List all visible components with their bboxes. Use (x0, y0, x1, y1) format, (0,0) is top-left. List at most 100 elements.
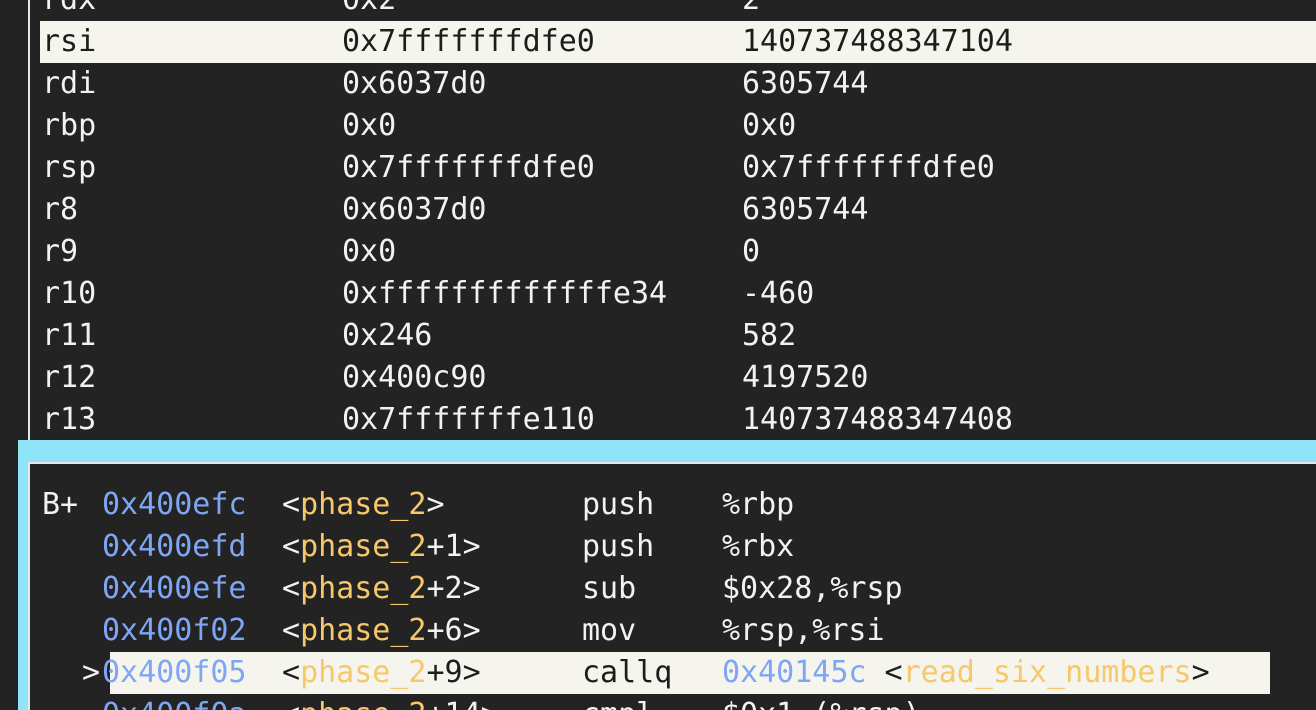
opcode: cmpl (582, 694, 654, 710)
instruction-row[interactable]: 0x400f0a <phase_2+14> cmpl $0x1,(%rsp) (40, 694, 1316, 710)
operands: %rsp,%rsi (722, 610, 885, 652)
instruction-row[interactable]: 0x400efd <phase_2+1> push %rbx (40, 526, 1316, 568)
function-name: phase_2 (300, 697, 426, 710)
call-target-address: 0x40145c (722, 655, 867, 690)
symbol-open-bracket: < (282, 613, 301, 648)
instruction-row[interactable]: 0x400efe <phase_2+2> sub $0x28,%rsp (40, 568, 1316, 610)
register-natural-value: 6305744 (742, 192, 869, 227)
opcode: sub (582, 571, 637, 606)
register-row-r12[interactable]: r12 0x400c90 4197520 (40, 357, 1316, 399)
register-natural-value: 2 (742, 0, 760, 21)
register-name: rdx (42, 0, 96, 21)
function-offset: +9> (426, 655, 481, 690)
register-row-r11[interactable]: r11 0x246 582 (40, 315, 1316, 357)
symbol-offset: <phase_2> (282, 484, 445, 526)
register-row-r9[interactable]: r9 0x0 0 (40, 231, 1316, 273)
register-name: r10 (42, 276, 97, 311)
register-row-r13[interactable]: r13 0x7fffffffe110 140737488347408 (40, 399, 1316, 440)
register-hex-value: 0x2 (342, 0, 396, 21)
register-natural-value: 0x7fffffffdfe0 (742, 150, 995, 185)
symbol-open-bracket: < (282, 697, 300, 710)
symbol-offset: <phase_2+1> (282, 526, 481, 568)
register-name: r11 (42, 318, 97, 353)
symbol-open-bracket: < (282, 487, 301, 522)
register-natural-value: 6305744 (742, 66, 869, 101)
symbol-offset: <phase_2+9> (282, 652, 481, 694)
function-offset: +2> (426, 571, 481, 606)
register-natural-value: 582 (742, 318, 797, 353)
register-hex-value: 0x6037d0 (342, 192, 487, 227)
register-hex-value: 0x7fffffffe110 (342, 402, 595, 437)
instruction-address: 0x400efd (102, 529, 247, 564)
register-hex-value: 0x0 (342, 108, 397, 143)
instruction-row[interactable]: B+ 0x400efc <phase_2> push %rbp (40, 484, 1316, 526)
operand-text: %rbp (722, 487, 795, 522)
register-natural-value: 0 (742, 234, 761, 269)
register-name: r8 (42, 192, 79, 227)
opcode: mov (582, 613, 637, 648)
instruction-address: 0x400f02 (102, 613, 247, 648)
function-name: phase_2 (300, 487, 427, 522)
breakpoint-marker: B+ (42, 487, 79, 522)
register-row-rbp[interactable]: rbp 0x0 0x0 (40, 105, 1316, 147)
register-row-r10[interactable]: r10 0xfffffffffffffe34 -460 (40, 273, 1316, 315)
symbol-open-bracket: < (282, 655, 301, 690)
register-name: rbp (42, 108, 97, 143)
register-hex-value: 0x246 (342, 318, 433, 353)
function-offset: +6> (426, 613, 481, 648)
function-name: phase_2 (300, 529, 427, 564)
register-natural-value: 0x0 (742, 108, 797, 143)
function-name: phase_2 (300, 655, 427, 690)
function-name: phase_2 (300, 613, 427, 648)
symbol-offset: <phase_2+6> (282, 610, 481, 652)
call-target-open-bracket: < (866, 655, 903, 690)
instruction-address: 0x400efc (102, 487, 247, 522)
operands: %rbx (722, 526, 794, 568)
register-natural-value: 140737488347408 (742, 402, 1013, 437)
register-natural-value: 140737488347104 (742, 24, 1013, 59)
current-instruction-row[interactable]: >0x400f05 <phase_2+9> callq 0x40145c <read_… (40, 652, 1316, 694)
register-window[interactable]: rdx0x22rsi0x7fffffffdfe0140737488347104r… (28, 0, 1316, 440)
register-hex-value: 0x7fffffffdfe0 (342, 24, 595, 59)
function-offset: > (426, 487, 445, 522)
register-row-rdi[interactable]: rdi 0x6037d0 6305744 (40, 63, 1316, 105)
register-name: rsi (42, 24, 97, 59)
symbol-offset: <phase_2+2> (282, 568, 481, 610)
line-marker: > (82, 655, 101, 690)
operands: $0x1,(%rsp) (722, 694, 921, 710)
instruction-row[interactable]: 0x400f02 <phase_2+6> mov %rsp,%rsi (40, 610, 1316, 652)
function-name: phase_2 (300, 571, 427, 606)
register-row-r8[interactable]: r8 0x6037d0 6305744 (40, 189, 1316, 231)
opcode: push (582, 487, 655, 522)
register-hex-value: 0x7fffffffdfe0 (342, 150, 595, 185)
register-hex-value: 0x0 (342, 234, 397, 269)
register-hex-value: 0x6037d0 (342, 66, 487, 101)
function-offset: +14> (427, 697, 499, 710)
disassembly-window[interactable]: B+ 0x400efc <phase_2> push %rbp 0x400efd <phas… (28, 462, 1316, 710)
function-offset: +1> (426, 529, 481, 564)
call-target-close-bracket: > (1191, 655, 1210, 690)
register-name: rdi (42, 66, 97, 101)
operand-text: %rsp,%rsi (722, 613, 885, 648)
symbol-open-bracket: < (282, 571, 301, 606)
operands: %rbp (722, 484, 794, 526)
operand-text: $0x28,%rsp (722, 571, 903, 606)
operands: $0x28,%rsp (722, 568, 903, 610)
instruction-address: 0x400efe (102, 571, 247, 606)
instruction-address: 0x400f05 (102, 655, 247, 690)
operands: 0x40145c <read_six_numbers> (722, 652, 1210, 694)
register-row-rdx[interactable]: rdx 0x2 2 (40, 0, 1316, 21)
opcode: callq (582, 655, 673, 690)
symbol-open-bracket: < (282, 529, 301, 564)
register-row-rsp[interactable]: rsp 0x7fffffffdfe0 0x7fffffffdfe0 (40, 147, 1316, 189)
register-row-rsi[interactable]: rsi 0x7fffffffdfe0 140737488347104 (40, 21, 1316, 63)
symbol-offset: <phase_2+14> (282, 694, 499, 710)
opcode: push (582, 529, 655, 564)
operand-text: %rbx (722, 529, 795, 564)
register-hex-value: 0x400c90 (342, 360, 487, 395)
operand-text: $0x1,(%rsp) (722, 697, 921, 710)
register-name: r9 (42, 234, 79, 269)
register-natural-value: -460 (742, 276, 815, 311)
register-hex-value: 0xfffffffffffffe34 (342, 276, 668, 311)
instruction-address: 0x400f0a (102, 694, 247, 710)
